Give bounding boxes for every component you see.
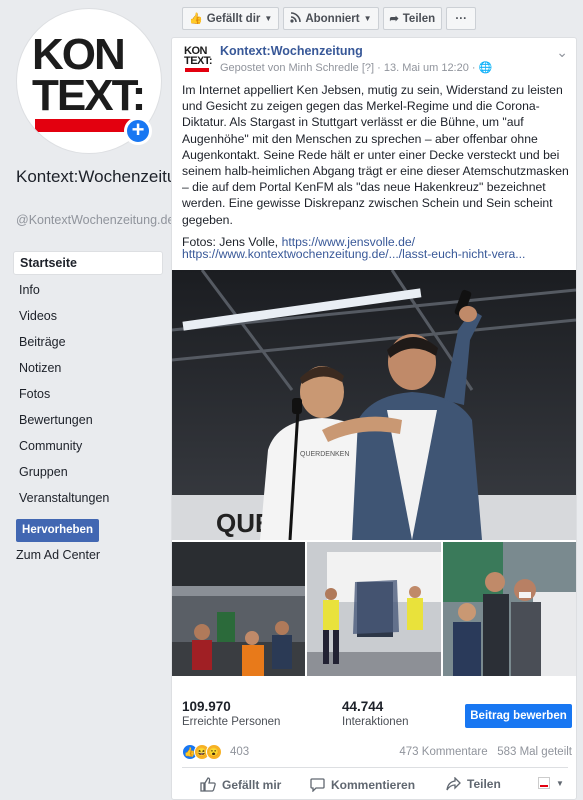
share-button[interactable]: Teilen xyxy=(446,777,501,791)
comment-count[interactable]: 473 Kommentare xyxy=(399,746,487,758)
add-photo-icon[interactable]: + xyxy=(124,117,152,145)
ad-center-link[interactable]: Zum Ad Center xyxy=(16,548,100,562)
post-meta-text: Gepostet von Minh Schredle [?] · 13. Mai… xyxy=(220,62,476,74)
more-icon: ··· xyxy=(455,12,467,25)
crowd-photo-illustration xyxy=(172,542,306,676)
post-meta: Gepostet von Minh Schredle [?] · 13. Mai… xyxy=(220,61,492,74)
post-main-photo[interactable]: QUE QUERDENKEN xyxy=(172,270,576,540)
nav-item-bewertungen[interactable]: Bewertungen xyxy=(13,407,163,433)
nav-item-gruppen[interactable]: Gruppen xyxy=(13,459,163,485)
post-header: KON TEXT: Kontext:Wochenzeitung Gepostet… xyxy=(182,44,572,76)
blanket-photo-illustration xyxy=(307,542,441,676)
share-icon xyxy=(446,777,461,791)
page-handle: @KontextWochenzeitung.de xyxy=(16,213,175,227)
boost-post-button[interactable]: Beitrag bewerben xyxy=(465,704,572,728)
thumbs-up-icon xyxy=(200,777,216,792)
photo-thumbnail-mask[interactable] xyxy=(442,542,576,676)
like-label: Gefällt mir xyxy=(222,777,282,792)
page-action-bar: 👍 Gefällt dir ▼ Abonniert ▼ ➦ Teilen ··· xyxy=(182,7,477,30)
comments-shares-count: 473 Kommentare 583 Mal geteilt xyxy=(399,746,572,758)
reach-value: 109.970 xyxy=(182,699,231,714)
wow-reaction-icon: 😮 xyxy=(206,744,222,760)
post-actions: Gefällt mir Kommentieren Teilen ▼ xyxy=(182,775,572,797)
page-share-button[interactable]: ➦ Teilen xyxy=(382,7,443,30)
chevron-down-icon: ▼ xyxy=(264,14,273,23)
post-body: Im Internet appelliert Ken Jebsen, mutig… xyxy=(182,82,572,256)
post-photo-thumbnails xyxy=(172,542,576,676)
page-like-label: Gefällt dir xyxy=(206,12,261,25)
post-author[interactable]: Kontext:Wochenzeitung xyxy=(220,44,363,58)
page-sidebar: KON TEXT: + Kontext:Wochenzeitung @Konte… xyxy=(0,0,195,800)
avatar-red-bar xyxy=(185,68,209,72)
nav-item-veranstaltungen[interactable]: Veranstaltungen xyxy=(13,485,163,511)
comment-icon xyxy=(310,778,325,792)
post-insights: 109.970 Erreichte Personen 44.744 Intera… xyxy=(182,699,572,731)
page-share-label: Teilen xyxy=(402,12,436,25)
thumbs-up-icon: 👍 xyxy=(189,13,203,25)
page-like-button[interactable]: 👍 Gefällt dir ▼ xyxy=(182,7,280,30)
nav-item-info[interactable]: Info xyxy=(13,277,163,303)
mask-photo-illustration xyxy=(442,542,576,676)
post-card: KON TEXT: Kontext:Wochenzeitung Gepostet… xyxy=(171,37,577,800)
more-options-button[interactable]: ··· xyxy=(446,7,477,30)
share-arrow-icon: ➦ xyxy=(389,13,399,25)
comment-button[interactable]: Kommentieren xyxy=(310,777,415,792)
reaction-count[interactable]: 403 xyxy=(230,746,249,758)
page-title[interactable]: Kontext:Wochenzeitung xyxy=(16,166,195,188)
rss-icon xyxy=(290,11,302,26)
photo-thumbnail-crowd[interactable] xyxy=(172,542,306,676)
shirt-text: QUERDENKEN xyxy=(300,451,349,458)
reach-label: Erreichte Personen xyxy=(182,716,281,728)
page-avatar-mini-icon xyxy=(538,777,550,789)
promote-button[interactable]: Hervorheben xyxy=(16,519,99,542)
comment-label: Kommentieren xyxy=(331,777,416,792)
share-count[interactable]: 583 Mal geteilt xyxy=(497,746,572,758)
logo-text-text: TEXT: xyxy=(32,71,146,120)
page-navigation: Startseite Info Videos Beiträge Notizen … xyxy=(13,251,163,511)
share-label: Teilen xyxy=(467,777,501,791)
nav-item-beitraege[interactable]: Beiträge xyxy=(13,329,163,355)
stage-photo-illustration: QUE QUERDENKEN xyxy=(172,270,576,540)
globe-icon: 🌐 xyxy=(478,62,493,74)
chevron-down-icon: ▼ xyxy=(556,778,564,788)
post-as-selector[interactable]: ▼ xyxy=(538,777,564,789)
reactions-summary: 👍 😆 😮 403 473 Kommentare 583 Mal geteilt xyxy=(182,744,572,762)
engagement-value: 44.744 xyxy=(342,699,384,714)
nav-item-videos[interactable]: Videos xyxy=(13,303,163,329)
post-options-chevron-icon[interactable]: ⌄ xyxy=(556,44,568,61)
post-avatar[interactable]: KON TEXT: xyxy=(184,46,214,74)
reach-stat[interactable]: 109.970 Erreichte Personen xyxy=(182,699,280,728)
nav-item-community[interactable]: Community xyxy=(13,433,163,459)
follow-label: Abonniert xyxy=(305,12,360,25)
engagement-label: Interaktionen xyxy=(342,716,409,728)
engagement-stat[interactable]: 44.744 Interaktionen xyxy=(342,699,409,728)
nav-item-startseite[interactable]: Startseite xyxy=(13,251,163,275)
nav-item-fotos[interactable]: Fotos xyxy=(13,381,163,407)
like-button[interactable]: Gefällt mir xyxy=(200,777,281,792)
article-link[interactable]: https://www.kontextwochenzeitung.de/.../… xyxy=(182,247,525,261)
chevron-down-icon: ▼ xyxy=(363,14,372,23)
nav-item-notizen[interactable]: Notizen xyxy=(13,355,163,381)
action-divider xyxy=(182,767,568,768)
photo-thumbnail-blanket[interactable] xyxy=(307,542,441,676)
post-text: Im Internet appelliert Ken Jebsen, mutig… xyxy=(182,83,569,227)
follow-button[interactable]: Abonniert ▼ xyxy=(283,7,379,30)
avatar-text-text: TEXT: xyxy=(184,55,213,67)
